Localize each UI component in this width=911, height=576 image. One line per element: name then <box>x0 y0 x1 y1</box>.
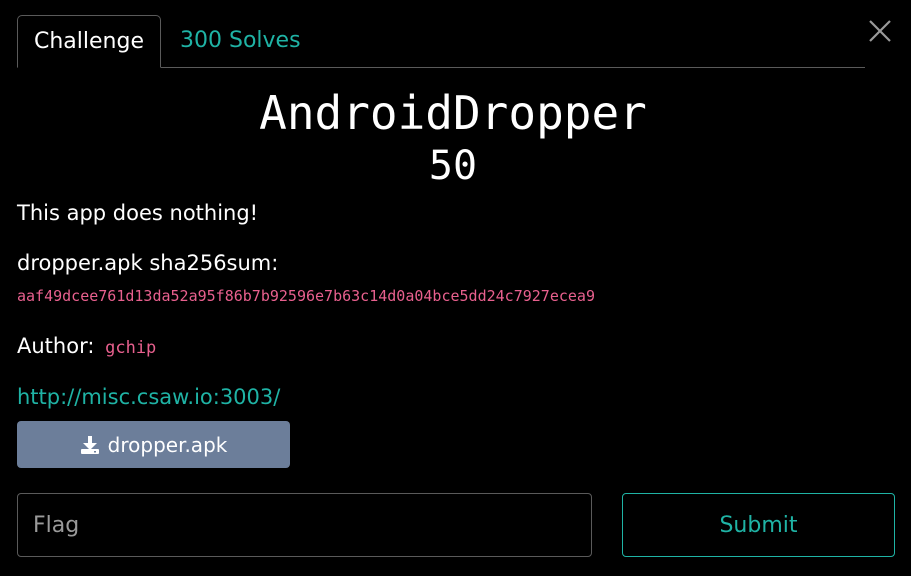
tab-challenge[interactable]: Challenge <box>17 15 161 68</box>
submit-button[interactable]: Submit <box>622 493 895 557</box>
challenge-link[interactable]: http://misc.csaw.io:3003/ <box>17 383 280 411</box>
hash-label: dropper.apk sha256sum: <box>17 251 279 275</box>
author-name: gchip <box>105 338 157 358</box>
author-label: Author: <box>17 334 95 358</box>
close-button[interactable] <box>866 17 894 45</box>
challenge-description: This app does nothing! <box>17 201 259 225</box>
hash-value: aaf49dcee761d13da52a95f86b7b92596e7b63c1… <box>17 287 595 305</box>
download-icon <box>80 435 99 454</box>
download-file-label: dropper.apk <box>107 432 228 457</box>
challenge-points: 50 <box>428 143 478 189</box>
challenge-title: AndroidDropper <box>259 86 647 140</box>
download-file-button[interactable]: dropper.apk <box>17 421 290 468</box>
flag-input[interactable] <box>17 493 592 557</box>
author-line: Author: gchip <box>17 332 156 362</box>
tab-solves[interactable]: 300 Solves <box>180 15 301 67</box>
tab-bar: Challenge 300 Solves <box>17 15 865 68</box>
close-icon <box>869 20 891 42</box>
